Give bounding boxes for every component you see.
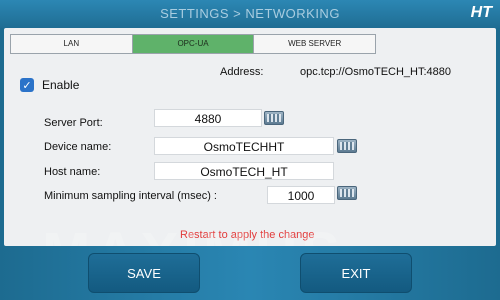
tab-web-server[interactable]: WEB SERVER [254,35,376,53]
host-name-input[interactable]: OsmoTECH_HT [154,162,334,180]
tab-lan[interactable]: LAN [11,35,133,53]
app-window: SETTINGS > NETWORKING HT LAN OPC-UA WEB … [0,0,500,300]
check-icon: ✓ [22,79,32,92]
keyboard-icon[interactable] [264,111,284,125]
tab-bar: LAN OPC-UA WEB SERVER [10,34,376,54]
title-bar: SETTINGS > NETWORKING HT [0,0,500,28]
device-name-input[interactable]: OsmoTECHHT [154,137,334,155]
min-sampling-label: Minimum sampling interval (msec) : [44,190,217,202]
save-button[interactable]: SAVE [88,253,200,293]
brand-logo: HT [470,4,492,21]
enable-checkbox[interactable]: ✓ [20,78,34,92]
enable-row: ✓ Enable [20,78,79,92]
page-title: SETTINGS > NETWORKING [160,6,340,21]
watermark-maximus: MAXIMUS [42,220,344,246]
address-value: opc.tcp://OsmoTECH_HT:4880 [300,66,452,78]
keyboard-icon[interactable] [337,139,357,153]
tab-opc-ua[interactable]: OPC-UA [132,35,255,53]
address-label: Address: [220,66,264,78]
keyboard-icon[interactable] [337,186,357,200]
enable-label: Enable [42,78,80,92]
min-sampling-input[interactable]: 1000 [267,186,335,204]
settings-panel: LAN OPC-UA WEB SERVER ✓ Enable Address: … [4,28,496,246]
device-name-label: Device name: [44,141,112,153]
exit-button[interactable]: EXIT [300,253,412,293]
host-name-label: Host name: [44,166,101,178]
server-port-input[interactable]: 4880 [154,109,262,127]
server-port-label: Server Port: [44,117,103,129]
